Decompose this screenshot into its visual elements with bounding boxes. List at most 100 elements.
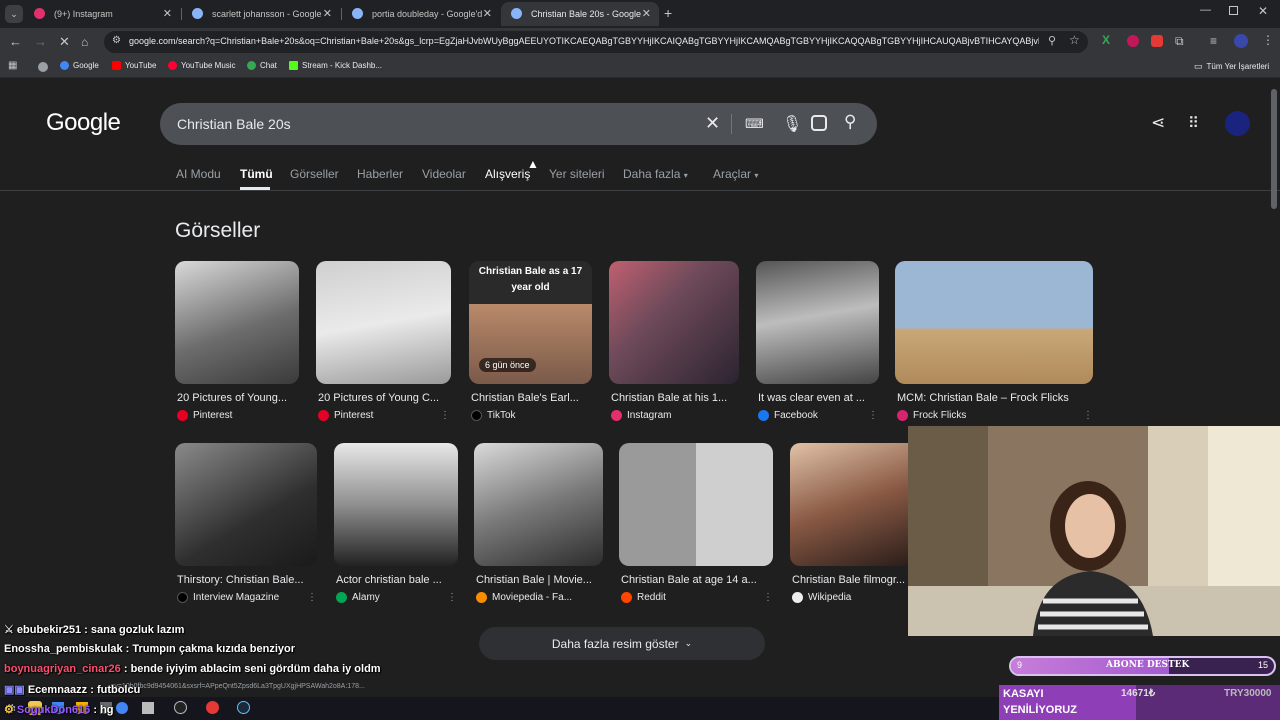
image-source[interactable]: Alamy xyxy=(336,592,380,603)
profile-avatar-icon[interactable] xyxy=(1234,34,1248,48)
tab-ai-mode[interactable]: AI Modu xyxy=(176,167,221,181)
bookmark-youtube[interactable]: YouTube xyxy=(112,61,156,70)
tab-more[interactable]: Daha fazla ▾ xyxy=(623,167,688,181)
bookmark-google[interactable]: Google xyxy=(60,61,99,70)
google-logo[interactable]: Google xyxy=(46,109,121,137)
tab-all[interactable]: Tümü xyxy=(240,167,273,181)
image-result[interactable]: Christian Bale filmogr... Wikipedia xyxy=(790,443,908,608)
image-source[interactable]: Frock Flicks xyxy=(897,410,966,421)
image-result[interactable]: Christian Bale as a 17 year old 6 gün ön… xyxy=(469,261,592,431)
image-result[interactable]: 20 Pictures of Young... Pinterest xyxy=(175,261,299,431)
image-source[interactable]: Interview Magazine xyxy=(177,592,279,603)
bookmark-kick[interactable]: Stream - Kick Dashb... xyxy=(289,61,382,70)
close-tab-icon[interactable]: ✕ xyxy=(323,7,332,20)
obs-icon[interactable] xyxy=(174,701,187,714)
image-source[interactable]: Facebook xyxy=(758,410,818,421)
share-icon[interactable]: ⋖ xyxy=(1151,113,1165,133)
image-thumbnail[interactable] xyxy=(756,261,879,384)
tab-instagram[interactable]: (9+) Instagram ✕ xyxy=(24,2,180,26)
site-info-icon[interactable]: ⚙ xyxy=(112,35,121,46)
image-thumbnail[interactable] xyxy=(474,443,603,566)
image-source[interactable]: Pinterest xyxy=(177,410,232,421)
app-icon[interactable] xyxy=(142,702,154,714)
image-thumbnail[interactable] xyxy=(895,261,1093,384)
tab-shopping[interactable]: Alışveriş xyxy=(485,167,530,181)
image-source[interactable]: Instagram xyxy=(611,410,671,421)
search-box[interactable]: Christian Bale 20s ✕ ⌨ 🎙 ⚲ xyxy=(160,103,877,145)
image-source[interactable]: Moviepedia - Fa... xyxy=(476,592,572,603)
extension-red-icon[interactable] xyxy=(1151,35,1163,47)
extension-purple-icon[interactable] xyxy=(1127,35,1139,47)
image-title[interactable]: Christian Bale filmogr... xyxy=(792,574,908,586)
google-apps-icon[interactable]: ⠿ xyxy=(1188,114,1199,132)
image-source[interactable]: TikTok xyxy=(471,410,516,421)
bookmark-star-icon[interactable]: ☆ xyxy=(1069,33,1080,47)
image-result[interactable]: MCM: Christian Bale – Frock Flicks Frock… xyxy=(895,261,1093,431)
image-title[interactable]: Christian Bale | Movie... xyxy=(476,574,603,586)
image-result[interactable]: Thirstory: Christian Bale... Interview M… xyxy=(175,443,317,608)
image-thumbnail[interactable]: Christian Bale as a 17 year old 6 gün ön… xyxy=(469,261,592,384)
page-scrollbar[interactable] xyxy=(1271,89,1277,209)
keyboard-icon[interactable]: ⌨ xyxy=(745,116,764,132)
restore-icon[interactable] xyxy=(1229,6,1238,15)
more-options-icon[interactable]: ⋮ xyxy=(868,410,878,421)
tab-search-button[interactable]: ⌄ xyxy=(5,5,23,23)
image-result[interactable]: Christian Bale at age 14 a... Reddit ⋮ xyxy=(619,443,773,608)
forward-icon[interactable]: → xyxy=(34,34,47,50)
image-title[interactable]: It was clear even at ... xyxy=(758,392,873,404)
tab-portia[interactable]: portia doubleday - Google'da... ✕ xyxy=(342,2,500,26)
tab-images[interactable]: Görseller xyxy=(290,167,339,181)
menu-icon[interactable]: ⋮ xyxy=(1262,33,1274,47)
zoom-icon[interactable]: ⚲ xyxy=(1048,34,1056,47)
image-title[interactable]: Christian Bale's Earl... xyxy=(471,392,591,404)
image-source[interactable]: Pinterest xyxy=(318,410,373,421)
more-options-icon[interactable]: ⋮ xyxy=(440,410,450,421)
tab-news[interactable]: Haberler xyxy=(357,167,403,181)
tab-videos[interactable]: Videolar xyxy=(422,167,466,181)
image-thumbnail[interactable] xyxy=(175,443,317,566)
more-options-icon[interactable]: ⋮ xyxy=(307,592,317,603)
image-source[interactable]: Reddit xyxy=(621,592,666,603)
extension-x-icon[interactable]: X xyxy=(1102,34,1115,47)
media-icon[interactable]: ≡ xyxy=(1210,34,1217,48)
image-thumbnail[interactable] xyxy=(316,261,451,384)
all-bookmarks[interactable]: ▭ Tüm Yer İşaretleri xyxy=(1194,61,1269,72)
account-avatar[interactable] xyxy=(1225,111,1250,136)
clear-search-icon[interactable]: ✕ xyxy=(705,113,720,134)
steam-icon[interactable] xyxy=(237,701,250,714)
address-bar[interactable]: ⚙ google.com/search?q=Christian+Bale+20s… xyxy=(104,31,1088,53)
image-result[interactable]: Christian Bale at his 1... Instagram xyxy=(609,261,739,431)
close-tab-icon[interactable]: ✕ xyxy=(483,7,492,20)
more-options-icon[interactable]: ⋮ xyxy=(1083,410,1093,421)
search-input[interactable]: Christian Bale 20s xyxy=(177,116,291,132)
tab-christian-bale[interactable]: Christian Bale 20s - Google'da... ✕ xyxy=(501,2,659,26)
image-title[interactable]: Christian Bale at age 14 a... xyxy=(621,574,773,586)
stop-icon[interactable]: ✕ xyxy=(59,34,70,50)
new-tab-icon[interactable]: + xyxy=(664,5,672,21)
chrome-icon[interactable] xyxy=(116,702,128,714)
lens-icon[interactable] xyxy=(811,115,827,131)
search-icon[interactable]: ⚲ xyxy=(844,112,856,132)
image-title[interactable]: Thirstory: Christian Bale... xyxy=(177,574,317,586)
image-source[interactable]: Wikipedia xyxy=(792,592,851,603)
bookmark-chat[interactable]: Chat xyxy=(247,61,277,70)
image-thumbnail[interactable] xyxy=(334,443,458,566)
more-images-button[interactable]: Daha fazla resim göster ⌄ xyxy=(479,627,765,660)
image-title[interactable]: Actor christian bale ... xyxy=(336,574,456,586)
image-result[interactable]: Christian Bale | Movie... Moviepedia - F… xyxy=(474,443,603,608)
tab-scarlett[interactable]: scarlett johansson - Google'da... ✕ xyxy=(182,2,340,26)
more-options-icon[interactable]: ⋮ xyxy=(447,592,457,603)
image-thumbnail[interactable] xyxy=(619,443,773,566)
tab-tools[interactable]: Araçlar ▾ xyxy=(713,167,758,181)
bookmark-youtube-music[interactable]: YouTube Music xyxy=(168,61,236,70)
image-result[interactable]: 20 Pictures of Young C... Pinterest ⋮ xyxy=(316,261,451,431)
apps-grid-icon[interactable]: ▦ xyxy=(8,60,17,71)
close-tab-icon[interactable]: ✕ xyxy=(642,7,651,20)
more-options-icon[interactable]: ⋮ xyxy=(763,592,773,603)
image-title[interactable]: Christian Bale at his 1... xyxy=(611,392,739,404)
close-window-icon[interactable]: ✕ xyxy=(1258,4,1268,18)
chrome-icon[interactable] xyxy=(38,62,48,72)
image-thumbnail[interactable] xyxy=(175,261,299,384)
microphone-icon[interactable]: 🎙 xyxy=(782,114,802,134)
image-title[interactable]: 20 Pictures of Young C... xyxy=(318,392,448,404)
